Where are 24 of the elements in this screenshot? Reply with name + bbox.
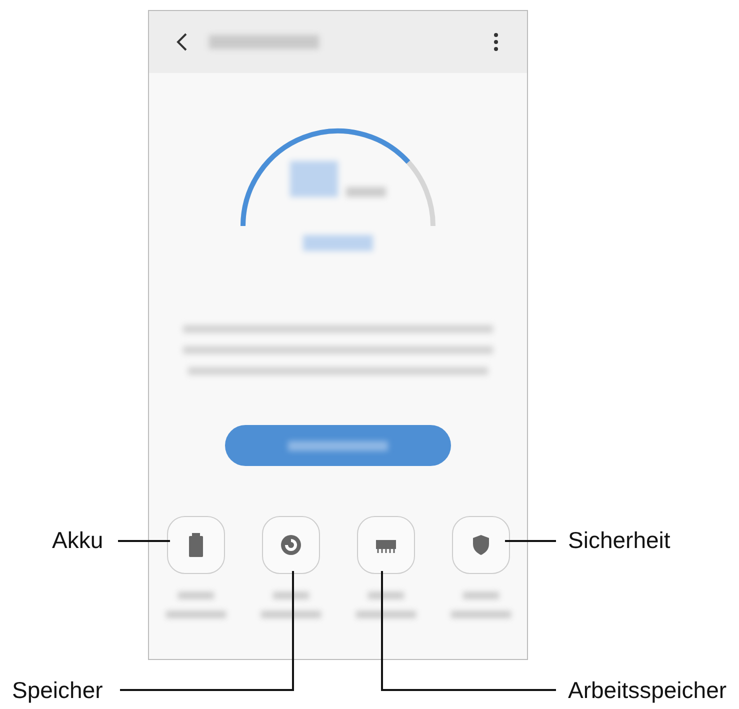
back-icon[interactable]: [175, 32, 189, 52]
blurred-label: [356, 592, 416, 618]
callout-label: Sicherheit: [568, 526, 670, 554]
more-options-icon[interactable]: [493, 32, 499, 52]
leader-line: [118, 540, 170, 542]
blurred-status: [303, 235, 373, 251]
battery-icon: [186, 533, 204, 557]
callout-label: Speicher: [12, 676, 103, 704]
leader-line: [505, 540, 556, 542]
pie-chart-icon: [280, 534, 302, 556]
blurred-label: [166, 592, 226, 618]
blurred-label: [260, 592, 320, 618]
blurred-score-max: [346, 187, 386, 197]
blurred-label: [450, 592, 510, 618]
shortcut-button[interactable]: [262, 516, 320, 574]
blurred-score: [290, 161, 338, 197]
action-button[interactable]: [225, 425, 451, 466]
shortcut-button[interactable]: [356, 516, 414, 574]
memory-chip-icon: [374, 537, 396, 553]
callout-label: Arbeitsspeicher: [568, 676, 727, 704]
shortcut-button[interactable]: [452, 516, 510, 574]
shortcut-button[interactable]: [166, 516, 224, 574]
callout-label: Akku: [52, 526, 104, 554]
shield-icon: [472, 534, 490, 556]
